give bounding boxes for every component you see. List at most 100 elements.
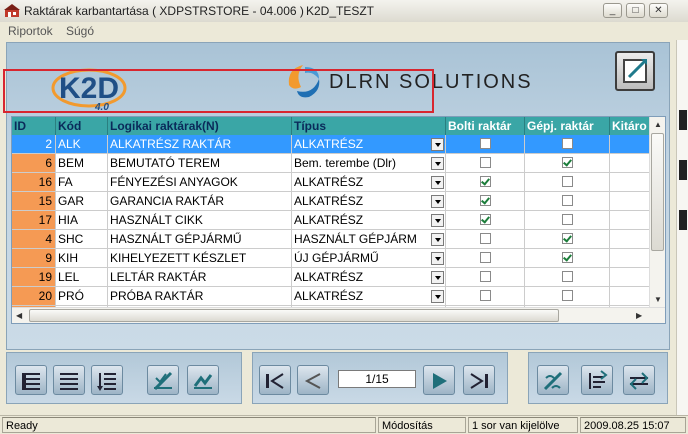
col-header-tipus[interactable]: Típus [292, 117, 446, 135]
unchecked-checkbox[interactable] [562, 195, 573, 206]
cell-tipus[interactable]: Bem. terembe (Dlr) [292, 154, 446, 173]
minimize-button[interactable]: _ [603, 3, 622, 18]
unchecked-checkbox[interactable] [480, 138, 491, 149]
cell-tipus[interactable]: ALKATRÉSZ [292, 192, 446, 211]
detail-list-button[interactable] [15, 365, 47, 395]
warehouse-grid[interactable]: ID Kód Logikai raktárak(N) Típus Bolti r… [11, 116, 666, 324]
cell-bolti[interactable] [446, 230, 525, 249]
cell-kod[interactable]: SHC [56, 230, 108, 249]
col-header-id[interactable]: ID [12, 117, 56, 135]
cell-gepj[interactable] [525, 287, 610, 306]
checked-checkbox[interactable] [562, 233, 573, 244]
table-row[interactable]: 16 FA FÉNYEZÉSI ANYAGOK ALKATRÉSZ [12, 173, 665, 192]
cell-gepj[interactable] [525, 135, 610, 154]
cell-bolti[interactable] [446, 135, 525, 154]
cell-nev[interactable]: ALKATRÉSZ RAKTÁR [108, 135, 292, 154]
table-row[interactable]: 4 SHC HASZNÁLT GÉPJÁRMŰ HASZNÁLT GÉPJÁRM [12, 230, 665, 249]
cell-gepj[interactable] [525, 154, 610, 173]
cell-nev[interactable]: HASZNÁLT CIKK [108, 211, 292, 230]
cell-id[interactable]: 20 [12, 287, 56, 306]
cell-gepj[interactable] [525, 268, 610, 287]
cell-kod[interactable]: GAR [56, 192, 108, 211]
cell-kod[interactable]: BEM [56, 154, 108, 173]
next-page-button[interactable] [423, 365, 455, 395]
unchecked-checkbox[interactable] [480, 157, 491, 168]
vertical-scrollbar[interactable]: ▲ ▼ [649, 117, 665, 307]
col-header-gepj[interactable]: Gépj. raktár [525, 117, 610, 135]
dropdown-arrow-icon[interactable] [431, 233, 444, 246]
cell-tipus[interactable]: ALKATRÉSZ [292, 211, 446, 230]
unchecked-checkbox[interactable] [562, 214, 573, 225]
cell-tipus[interactable]: ALKATRÉSZ [292, 287, 446, 306]
unchecked-checkbox[interactable] [562, 138, 573, 149]
cell-nev[interactable]: BEMUTATÓ TEREM [108, 154, 292, 173]
unchecked-checkbox[interactable] [480, 271, 491, 282]
scroll-right-icon[interactable]: ▶ [636, 311, 642, 320]
checked-checkbox[interactable] [480, 195, 491, 206]
cell-nev[interactable]: KIHELYEZETT KÉSZLET [108, 249, 292, 268]
cell-nev[interactable]: LELTÁR RAKTÁR [108, 268, 292, 287]
cell-gepj[interactable] [525, 211, 610, 230]
cell-gepj[interactable] [525, 192, 610, 211]
cell-tipus[interactable]: ALKATRÉSZ [292, 173, 446, 192]
first-page-button[interactable] [259, 365, 291, 395]
scroll-down-icon[interactable]: ▼ [654, 295, 662, 304]
cell-nev[interactable]: HASZNÁLT GÉPJÁRMŰ [108, 230, 292, 249]
table-row[interactable]: 15 GAR GARANCIA RAKTÁR ALKATRÉSZ [12, 192, 665, 211]
cell-kod[interactable]: PRÓ [56, 287, 108, 306]
checked-checkbox[interactable] [562, 252, 573, 263]
menu-sugo[interactable]: Súgó [66, 24, 94, 38]
dropdown-arrow-icon[interactable] [431, 290, 444, 303]
col-header-nev[interactable]: Logikai raktárak(N) [108, 117, 292, 135]
cell-id[interactable]: 16 [12, 173, 56, 192]
cell-tipus[interactable]: ÚJ GÉPJÁRMŰ [292, 249, 446, 268]
close-button[interactable]: ✕ [649, 3, 668, 18]
cell-nev[interactable]: FÉNYEZÉSI ANYAGOK [108, 173, 292, 192]
unchecked-checkbox[interactable] [480, 233, 491, 244]
cell-bolti[interactable] [446, 192, 525, 211]
unchecked-checkbox[interactable] [480, 252, 491, 263]
checked-checkbox[interactable] [480, 214, 491, 225]
dropdown-arrow-icon[interactable] [431, 252, 444, 265]
cell-kod[interactable]: FA [56, 173, 108, 192]
unchecked-checkbox[interactable] [562, 290, 573, 301]
col-header-bolti[interactable]: Bolti raktár [446, 117, 525, 135]
export-button[interactable] [581, 365, 613, 395]
dropdown-arrow-icon[interactable] [431, 214, 444, 227]
edit-button[interactable] [615, 51, 655, 91]
dropdown-arrow-icon[interactable] [431, 157, 444, 170]
dropdown-arrow-icon[interactable] [431, 195, 444, 208]
cell-kod[interactable]: LEL [56, 268, 108, 287]
maximize-button[interactable]: □ [626, 3, 645, 18]
cell-nev[interactable]: GARANCIA RAKTÁR [108, 192, 292, 211]
horizontal-scroll-thumb[interactable] [29, 309, 559, 322]
cell-tipus[interactable]: ALKATRÉSZ [292, 268, 446, 287]
vertical-scroll-thumb[interactable] [651, 133, 664, 251]
list-button[interactable] [53, 365, 85, 395]
cell-bolti[interactable] [446, 287, 525, 306]
table-row[interactable]: 20 PRÓ PRÓBA RAKTÁR ALKATRÉSZ [12, 287, 665, 306]
cell-bolti[interactable] [446, 211, 525, 230]
cell-id[interactable]: 15 [12, 192, 56, 211]
table-row[interactable]: 19 LEL LELTÁR RAKTÁR ALKATRÉSZ [12, 268, 665, 287]
cell-tipus[interactable]: HASZNÁLT GÉPJÁRM [292, 230, 446, 249]
checked-checkbox[interactable] [480, 176, 491, 187]
dropdown-arrow-icon[interactable] [431, 176, 444, 189]
dropdown-arrow-icon[interactable] [431, 271, 444, 284]
cell-id[interactable]: 9 [12, 249, 56, 268]
table-row[interactable]: 6 BEM BEMUTATÓ TEREM Bem. terembe (Dlr) [12, 154, 665, 173]
checked-checkbox[interactable] [562, 157, 573, 168]
cell-gepj[interactable] [525, 173, 610, 192]
col-header-kod[interactable]: Kód [56, 117, 108, 135]
cell-gepj[interactable] [525, 249, 610, 268]
prev-page-button[interactable] [297, 365, 329, 395]
cell-kod[interactable]: KIH [56, 249, 108, 268]
cell-id[interactable]: 17 [12, 211, 56, 230]
unchecked-checkbox[interactable] [562, 176, 573, 187]
horizontal-scrollbar[interactable]: ◀ ▶ [12, 307, 665, 323]
cell-tipus[interactable]: ALKATRÉSZ [292, 135, 446, 154]
table-row[interactable]: 2 ALK ALKATRÉSZ RAKTÁR ALKATRÉSZ [12, 135, 665, 154]
cell-id[interactable]: 4 [12, 230, 56, 249]
dropdown-arrow-icon[interactable] [431, 138, 444, 151]
signal-button[interactable] [537, 365, 569, 395]
